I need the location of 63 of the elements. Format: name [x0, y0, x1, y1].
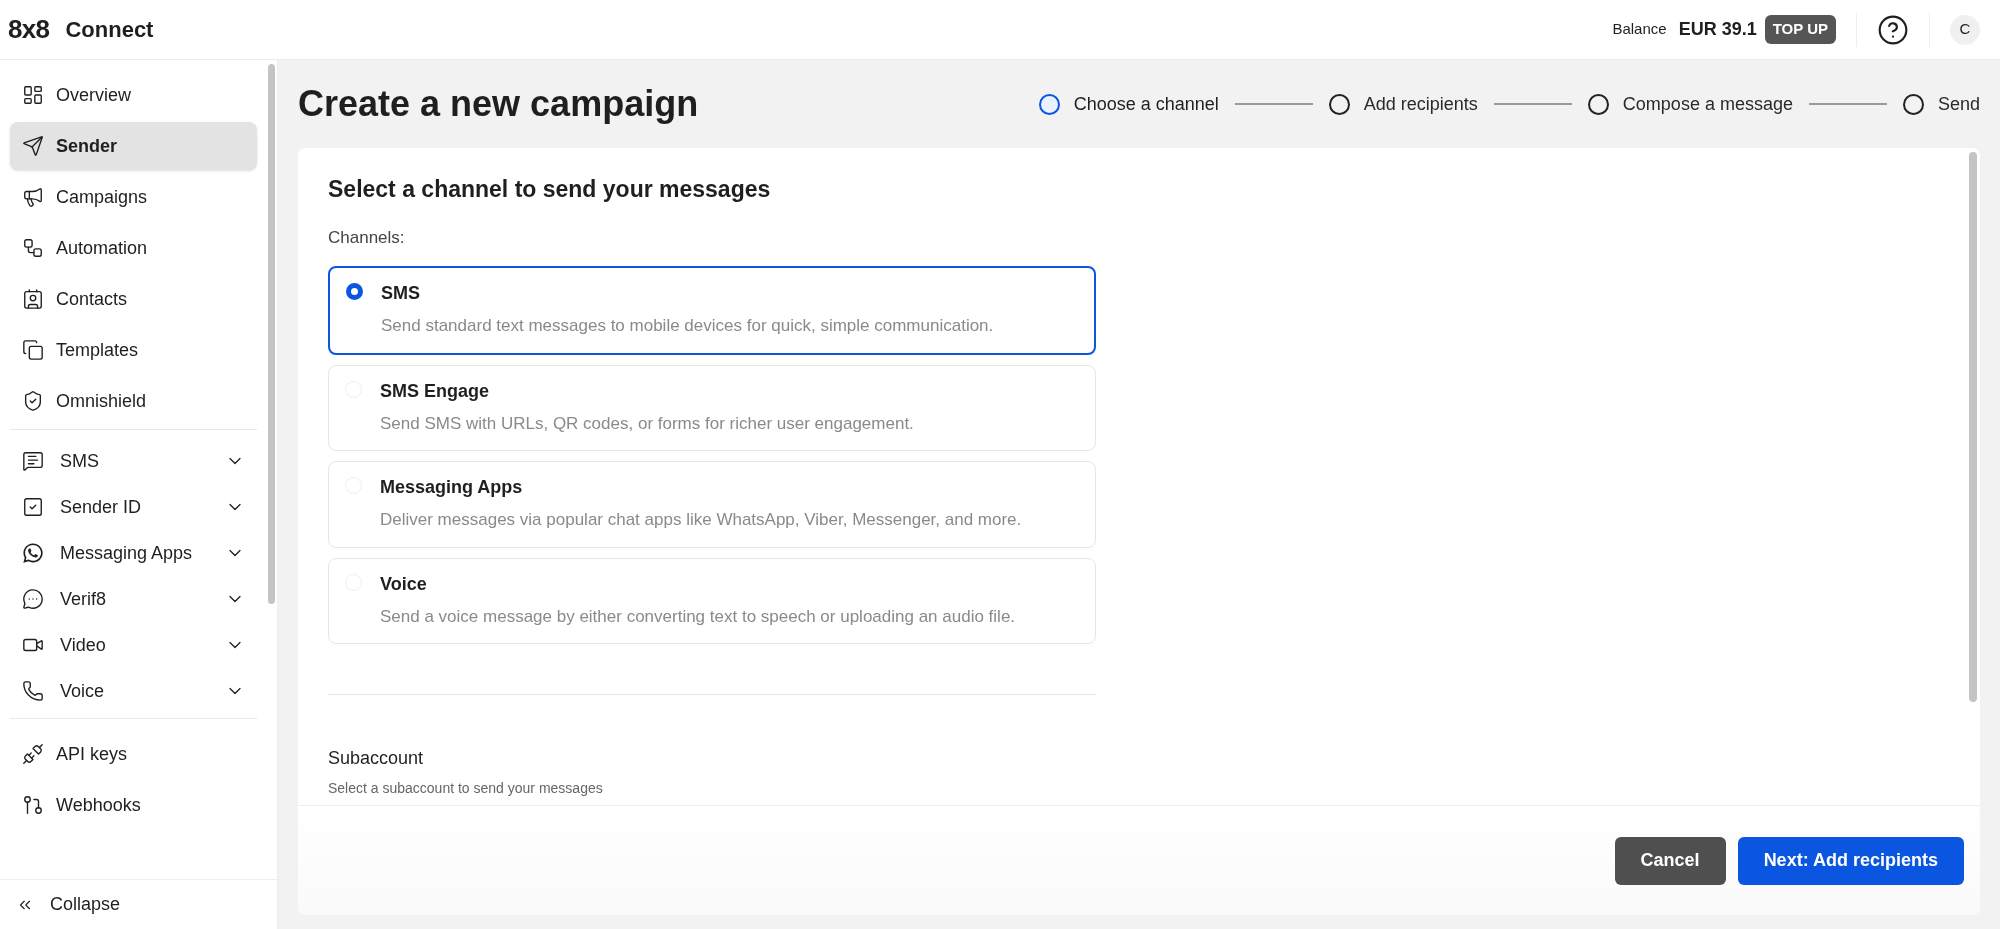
- whatsapp-icon: [22, 542, 44, 564]
- sidebar-item[interactable]: Automation: [10, 224, 257, 272]
- section-heading: Select a channel to send your messages: [328, 175, 772, 204]
- app-name: Connect: [65, 16, 154, 44]
- check-list-icon: [22, 496, 44, 518]
- sidebar-item[interactable]: Contacts: [10, 275, 257, 323]
- channels-label: Channels:: [328, 226, 406, 249]
- sidebar-item[interactable]: Sender: [10, 122, 257, 170]
- phone-icon: [22, 680, 44, 702]
- page-title: Create a new campaign: [298, 82, 699, 126]
- channel-description: Send standard text messages to mobile devices for quick, simple communication.: [381, 315, 994, 337]
- radio-button[interactable]: [346, 283, 363, 300]
- copy-icon: [22, 339, 44, 361]
- megaphone-icon: [22, 186, 44, 208]
- sidebar-group[interactable]: Verif8: [10, 576, 257, 622]
- sidebar-item[interactable]: Overview: [10, 71, 257, 119]
- step-label: Choose a channel: [1073, 92, 1219, 116]
- chat-icon: [22, 450, 44, 472]
- channel-option[interactable]: SMS Send standard text messages to mobile devices for quick, simple communication.: [328, 266, 1096, 355]
- brand-logo: 8x8: [8, 13, 50, 46]
- send-icon: [22, 135, 44, 157]
- step-label: Send: [1937, 92, 1980, 116]
- sidebar-item[interactable]: API keys: [10, 730, 257, 778]
- channel-name: SMS: [381, 282, 421, 305]
- sidebar-group[interactable]: Voice: [10, 668, 257, 714]
- sidebar-item[interactable]: Templates: [10, 326, 257, 374]
- top-up-button[interactable]: TOP UP: [1764, 15, 1836, 44]
- workflow-icon: [22, 237, 44, 259]
- channel-name: Messaging Apps: [380, 476, 524, 499]
- scrollbar-thumb[interactable]: [267, 64, 275, 604]
- channel-option[interactable]: Messaging Apps Deliver messages via popular chat apps like WhatsApp, Viber, Messenger, and more.: [328, 461, 1096, 548]
- channel-name: Voice: [380, 572, 428, 596]
- subaccount-label: Subaccount: [328, 747, 425, 770]
- sidebar-group[interactable]: Messaging Apps: [10, 530, 257, 576]
- sidebar-group[interactable]: Video: [10, 622, 257, 668]
- channel-option[interactable]: Voice Send a voice message by either converting text to speech or uploading an audio file.: [328, 557, 1096, 644]
- contact-card-icon: [22, 288, 44, 310]
- help-icon[interactable]: [1877, 13, 1909, 46]
- channel-description: Send a voice message by either converting text to speech or uploading an audio file.: [380, 605, 1016, 628]
- sidebar-item[interactable]: Webhooks: [10, 781, 257, 829]
- sidebar-group[interactable]: SMS: [10, 438, 257, 484]
- balance-amount: EUR 39.1: [1678, 18, 1757, 41]
- user-avatar[interactable]: C: [1950, 14, 1980, 45]
- plug-icon: [22, 743, 44, 765]
- subaccount-hint: Select a subaccount to send your messages: [328, 779, 604, 798]
- shield-check-icon: [22, 390, 44, 412]
- chat-bubble-icon: [22, 588, 44, 610]
- cancel-button[interactable]: Cancel: [1614, 836, 1726, 885]
- sidebar-item[interactable]: Campaigns: [10, 173, 257, 221]
- channel-description: Deliver messages via popular chat apps like WhatsApp, Viber, Messenger, and more.: [380, 509, 1022, 531]
- sidebar-group[interactable]: Sender ID: [10, 484, 257, 530]
- collapse-button[interactable]: Collapse: [0, 879, 277, 929]
- next-button[interactable]: Next: Add recipients: [1737, 836, 1964, 885]
- channel-description: Send SMS with URLs, QR codes, or forms for richer user engagement.: [380, 412, 914, 435]
- webhook-icon: [22, 794, 44, 816]
- step-label: Compose a message: [1622, 92, 1793, 116]
- step-label: Add recipients: [1363, 92, 1478, 116]
- channel-option[interactable]: SMS Engage Send SMS with URLs, QR codes, or forms for richer user engagement.: [328, 364, 1096, 451]
- dashboard-icon: [22, 84, 44, 106]
- sidebar-item[interactable]: Omnishield: [10, 377, 257, 425]
- balance-label: Balance: [1612, 19, 1667, 40]
- channel-name: SMS Engage: [380, 379, 491, 403]
- scrollbar-thumb[interactable]: [1969, 152, 1977, 702]
